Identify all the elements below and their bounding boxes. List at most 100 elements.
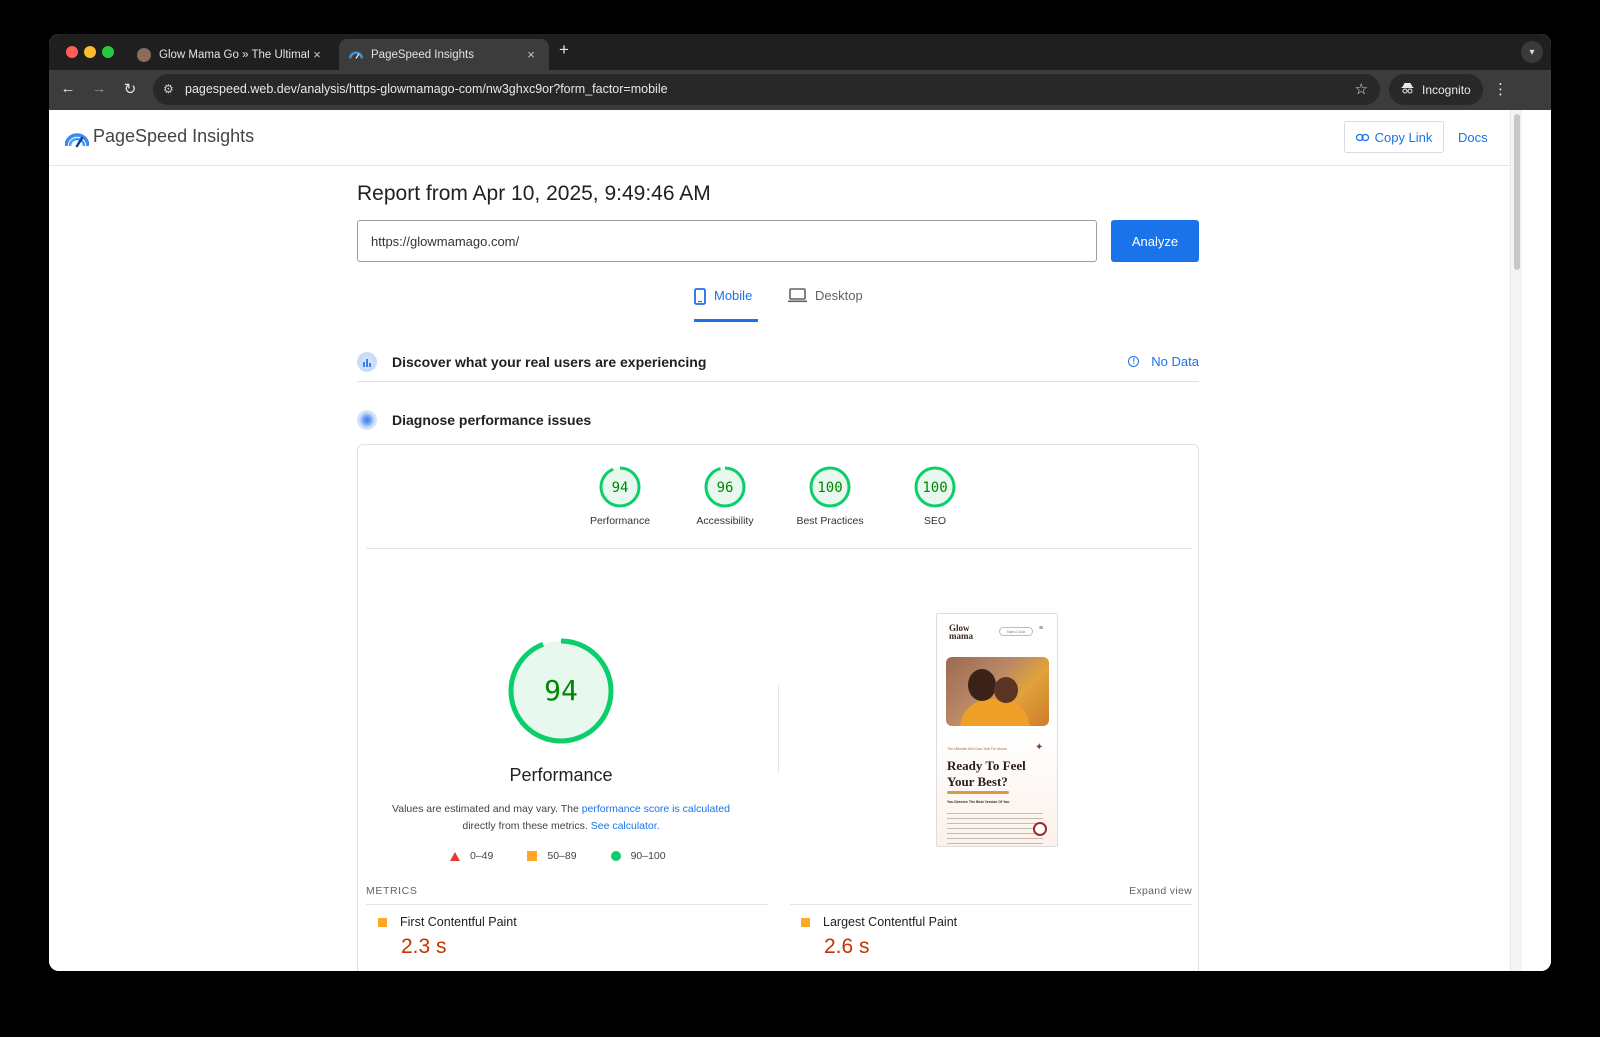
expand-view-button[interactable]: Expand view — [1129, 885, 1192, 897]
tab-desktop[interactable]: Desktop — [788, 288, 863, 322]
gauge-divider — [366, 548, 1192, 549]
score-gauge-performance[interactable]: 94 Performance — [570, 465, 670, 527]
average-square-icon — [801, 917, 810, 927]
browser-window: Glow Mama Go » The Ultimate × PageSpeed … — [49, 34, 1551, 971]
metrics-heading: METRICS — [366, 885, 418, 897]
minimize-window-button[interactable] — [84, 46, 96, 58]
real-users-heading: Discover what your real users are experi… — [392, 353, 707, 370]
incognito-icon — [1401, 82, 1414, 97]
score-gauge-seo[interactable]: 100 SEO — [885, 465, 985, 527]
gauge-label: Best Practices — [796, 515, 864, 527]
brand-name[interactable]: PageSpeed Insights — [93, 126, 254, 147]
tab-glow-mama[interactable]: Glow Mama Go » The Ultimate × — [127, 39, 335, 70]
performance-title: Performance — [509, 765, 613, 785]
url-input[interactable] — [357, 220, 1097, 262]
site-settings-icon[interactable]: ⚙ — [163, 82, 174, 96]
metric-name: Largest Contentful Paint — [823, 915, 958, 929]
browser-menu-icon[interactable]: ⋮ — [1493, 80, 1508, 98]
incognito-label: Incognito — [1422, 82, 1471, 97]
scrollbar-thumb[interactable] — [1514, 114, 1520, 270]
photo-shape — [994, 677, 1018, 703]
docs-link[interactable]: Docs — [1458, 130, 1488, 145]
site-favicon-icon — [137, 47, 151, 62]
metrics-header: METRICS Expand view — [366, 885, 1192, 897]
screenshot-kicker: The Ultimate Self-Care Hub For Moms — [947, 747, 1007, 751]
tab-search-chevron-icon[interactable]: ▾ — [1521, 41, 1543, 63]
metric-divider — [790, 904, 1192, 905]
note-text: directly from these metrics. — [462, 820, 591, 832]
tab-mobile-label: Mobile — [714, 288, 753, 303]
vertical-divider — [778, 685, 779, 773]
photo-shape — [968, 669, 996, 701]
reload-icon[interactable]: ↻ — [120, 80, 140, 98]
metric-fcp: First Contentful Paint 2.3 s — [378, 915, 517, 959]
url-text[interactable]: pagespeed.web.dev/analysis/https-glowmam… — [185, 82, 668, 96]
page-scrollbar[interactable] — [1510, 110, 1522, 971]
no-data-link[interactable]: ! No Data — [1128, 354, 1199, 369]
report-title: Report from Apr 10, 2025, 9:49:46 AM — [357, 182, 711, 205]
legend-pass: 90–100 — [610, 850, 666, 862]
average-square-icon — [527, 851, 538, 861]
performance-note: Values are estimated and may vary. The p… — [378, 801, 744, 835]
no-data-label: No Data — [1151, 354, 1199, 369]
sparkle-icon: ✦ — [1035, 742, 1044, 753]
screenshot-subhead: You Deserve The Best Version Of You — [947, 800, 1010, 804]
real-users-section: Discover what your real users are experi… — [357, 342, 1199, 382]
page-content: PageSpeed Insights Copy Link Docs Report… — [49, 110, 1551, 971]
copy-link-button[interactable]: Copy Link — [1344, 121, 1444, 153]
screenshot-body-lines — [947, 813, 1043, 845]
screenshot-logo-line: mama — [949, 631, 973, 641]
legend-fail: 0–49 — [450, 850, 493, 862]
tab-desktop-label: Desktop — [815, 288, 863, 303]
metric-value: 2.6 s — [824, 935, 870, 958]
score-gauge-accessibility[interactable]: 96 Accessibility — [675, 465, 775, 527]
psi-header: PageSpeed Insights Copy Link Docs — [49, 110, 1510, 166]
maximize-window-button[interactable] — [102, 46, 114, 58]
metric-value: 2.3 s — [401, 935, 447, 958]
copy-link-label: Copy Link — [1374, 129, 1433, 145]
screenshot-badge-icon — [1033, 822, 1047, 836]
metric-name: First Contentful Paint — [400, 915, 517, 929]
gauge-label: Performance — [589, 515, 651, 527]
pagespeed-logo-icon[interactable] — [65, 126, 89, 148]
pagespeed-favicon-icon — [349, 48, 363, 62]
close-tab-icon[interactable]: × — [523, 47, 539, 62]
tab-strip: Glow Mama Go » The Ultimate × PageSpeed … — [49, 34, 1551, 70]
bookmark-star-icon[interactable]: ☆ — [1355, 80, 1368, 98]
gauge-score-value: 94 — [612, 480, 629, 496]
forward-arrow-icon[interactable]: → — [89, 80, 109, 97]
page-screenshot-thumbnail[interactable]: Glow mama Take A Quiz ≡ ✦ The Ultimate S… — [936, 613, 1058, 847]
screenshot-underline — [947, 791, 1009, 794]
tab-pagespeed[interactable]: PageSpeed Insights × — [339, 39, 549, 70]
incognito-badge[interactable]: Incognito — [1389, 74, 1483, 105]
legend-average: 50–89 — [527, 850, 577, 862]
close-tab-icon[interactable]: × — [309, 47, 325, 62]
screenshot-hero-text: ✦ The Ultimate Self-Care Hub For Moms Re… — [937, 732, 1057, 846]
see-calculator-link[interactable]: See calculator. — [591, 820, 660, 832]
legend-fail-label: 0–49 — [470, 850, 494, 862]
metric-divider — [366, 904, 768, 905]
lighthouse-report-card: 94 Performance 96 Accessibility 100 Best Prac… — [357, 444, 1199, 971]
tab-mobile[interactable]: Mobile — [694, 288, 758, 322]
diagnose-section: Diagnose performance issues — [357, 408, 1199, 432]
score-gauge-best-practices[interactable]: 100 Best Practices — [780, 465, 880, 527]
legend-pass-label: 90–100 — [630, 850, 666, 862]
back-arrow-icon[interactable]: ← — [58, 80, 78, 97]
average-square-icon — [378, 917, 387, 927]
gauge-score-value: 96 — [717, 480, 734, 496]
performance-gauge: 94 — [507, 637, 615, 750]
gauge-score-value: 100 — [817, 480, 842, 496]
tab-title: PageSpeed Insights — [371, 48, 474, 61]
new-tab-button[interactable]: + — [559, 40, 569, 60]
photo-shape — [960, 699, 1030, 726]
tab-title: Glow Mama Go » The Ultimate — [159, 48, 309, 61]
address-bar[interactable]: ⚙ pagespeed.web.dev/analysis/https-glowm… — [153, 74, 1380, 105]
fail-triangle-icon — [450, 851, 460, 861]
info-icon: ! — [1128, 356, 1140, 367]
note-text: Values are estimated and may vary. The — [392, 803, 582, 815]
legend-average-label: 50–89 — [547, 850, 577, 862]
analyze-button[interactable]: Analyze — [1111, 220, 1199, 262]
score-gauges: 94 Performance 96 Accessibility 100 Best Prac… — [358, 445, 1198, 549]
score-calculated-link[interactable]: performance score is calculated — [582, 803, 730, 815]
close-window-button[interactable] — [66, 46, 78, 58]
